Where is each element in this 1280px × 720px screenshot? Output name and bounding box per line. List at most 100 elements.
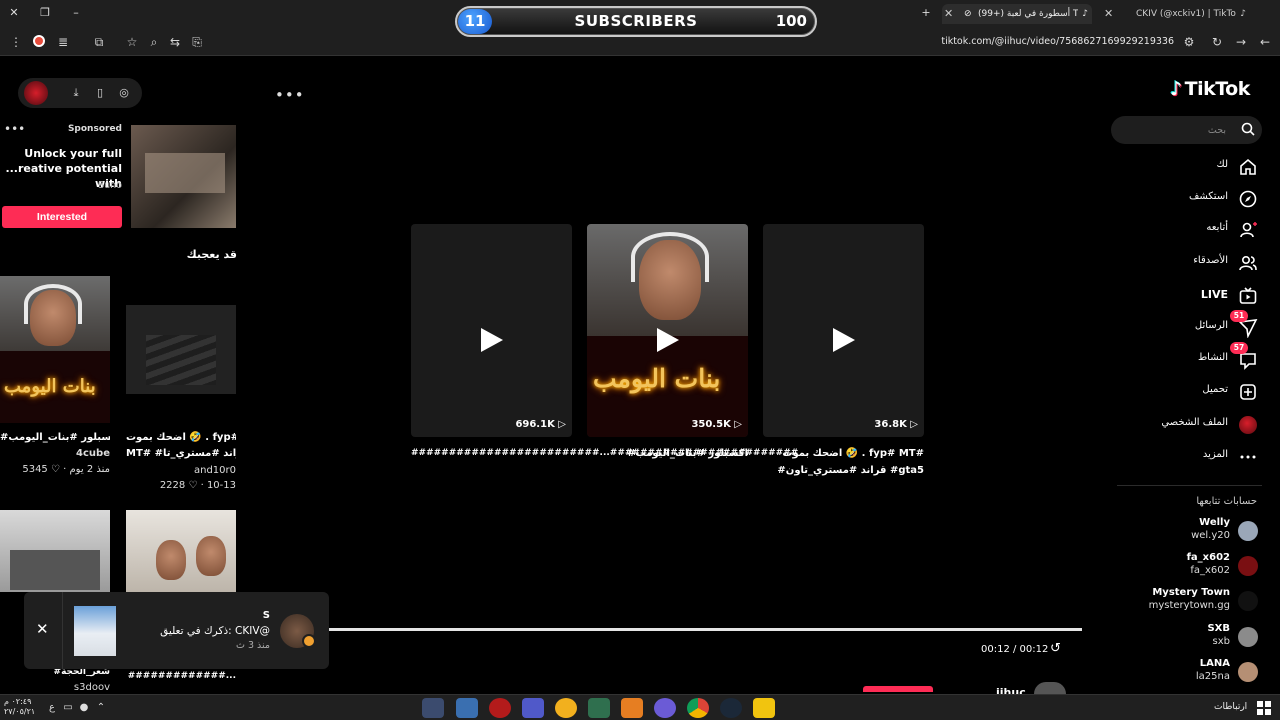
close-icon[interactable]: ✕ <box>36 620 49 638</box>
account-name: LANA <box>1199 658 1230 669</box>
tab-title: CKIV (@xckiv1) | TikTok (72) <box>1136 9 1236 19</box>
sidebar-item-live[interactable]: LIVE <box>1140 284 1262 308</box>
suggested-caption[interactable]: #############... <box>126 668 236 684</box>
search-input[interactable] <box>1111 116 1262 144</box>
back-icon[interactable]: ← <box>1257 34 1273 50</box>
network-icon[interactable]: ▭ <box>62 702 74 714</box>
tab-active[interactable]: ✕ ⊘ (99+) أسطورة في لعبة TikTok ♪ <box>942 4 1092 24</box>
taskbar-app-icon[interactable] <box>422 698 444 718</box>
following-account[interactable]: LANA la25na <box>1110 658 1260 686</box>
address-url[interactable]: tiktok.com/@iihuc/video/7568627169929219… <box>941 36 1174 47</box>
suggested-caption[interactable]: #اكسبلور #بنات_اليومب <box>0 430 110 446</box>
compass-icon[interactable]: ◎ <box>116 85 132 101</box>
video-card[interactable]: بنات اليومب 350.5K ▷ <box>587 224 748 437</box>
sidebar-item-home[interactable]: لك <box>1140 155 1262 179</box>
interested-button[interactable]: Interested <box>2 206 122 228</box>
follow-button[interactable] <box>863 686 933 692</box>
sidebar-item-label: لك <box>1216 159 1228 170</box>
sidebar-item-label: LIVE <box>1200 288 1228 301</box>
tab-inactive[interactable]: ✕ CKIV (@xckiv1) | TikTok (72) ♪ <box>1100 4 1250 24</box>
suggested-author[interactable]: s3doov <box>0 682 110 693</box>
suggested-video-thumb[interactable] <box>126 305 236 394</box>
account-handle: sxb <box>1212 636 1230 647</box>
tab-mute-icon[interactable]: ⊘ <box>964 4 972 24</box>
ad-thumbnail[interactable] <box>131 125 236 228</box>
sidebar-item-activity[interactable]: النشاط 57 <box>1140 342 1262 372</box>
suggested-caption[interactable]: اضحك بموت 🤣 . fyp# <box>126 430 236 446</box>
lang-indicator[interactable]: ع <box>46 702 58 714</box>
video-caption[interactable]: #########################...############… <box>411 445 798 462</box>
translate-icon[interactable]: ⇆ <box>167 34 183 50</box>
close-tab-icon[interactable]: ✕ <box>1104 4 1113 24</box>
forward-icon[interactable]: → <box>1233 34 1249 50</box>
extensions-icon[interactable]: ⧉ <box>91 34 107 50</box>
suggested-caption-line2[interactable]: MT# #قراند #مستري_تا... <box>126 446 236 462</box>
download-icon[interactable]: ⤓ <box>68 85 84 101</box>
steam-icon[interactable] <box>720 698 742 718</box>
menu-dots-icon[interactable]: ⋮ <box>8 34 24 50</box>
taskbar-app-icon[interactable] <box>654 698 676 718</box>
taskbar-app-icon[interactable] <box>489 698 511 718</box>
taskbar-app-icon[interactable] <box>621 698 643 718</box>
taskbar-label[interactable]: ارتباطات <box>1214 702 1247 712</box>
sidebar-item-profile[interactable]: الملف الشخصي <box>1140 413 1262 437</box>
more-options-icon[interactable]: ••• <box>275 86 305 104</box>
following-account[interactable]: Mystery Town mysterytown.gg <box>1110 587 1260 615</box>
ad-menu-icon[interactable]: ••• <box>4 122 25 136</box>
search-icon[interactable] <box>1241 122 1255 136</box>
reload-icon[interactable]: ↻ <box>1209 34 1225 50</box>
site-settings-icon[interactable]: ⚙ <box>1181 34 1197 50</box>
tray-expand-icon[interactable]: ⌃ <box>95 702 107 714</box>
video-progress-bar[interactable] <box>328 628 1082 631</box>
suggested-author[interactable]: 4cube <box>0 448 110 459</box>
taskbar-app-icon[interactable] <box>456 698 478 718</box>
suggested-video-thumb[interactable] <box>126 510 236 592</box>
account-handle: fa_x602 <box>1190 565 1230 576</box>
bookmark-star-icon[interactable]: ☆ <box>124 34 140 50</box>
minimize-window-icon[interactable]: – <box>68 5 84 21</box>
folder-icon[interactable] <box>753 698 775 718</box>
account-avatar <box>1238 627 1258 647</box>
video-caption[interactable]: اضحك بموت 🤣 . fyp# MT# #قراند #مستري_تاو… <box>763 445 924 479</box>
restore-window-icon[interactable]: ❐ <box>37 5 53 21</box>
install-app-icon[interactable]: ⎘ <box>189 34 205 50</box>
video-overlay-text: بنات اليومب <box>4 376 96 397</box>
sidebar-item-more[interactable]: المزيد <box>1140 445 1262 469</box>
taskbar-app-icon[interactable] <box>522 698 544 718</box>
windows-start-icon[interactable] <box>1257 701 1271 715</box>
video-caption[interactable]: #اكسبلور #بنات_اليومب <box>587 445 748 462</box>
sidebar-item-upload[interactable]: تحميل <box>1140 380 1262 404</box>
mic-icon[interactable]: ● <box>78 702 90 714</box>
sidebar-item-friends[interactable]: الأصدقاء <box>1140 251 1262 275</box>
reader-icon[interactable]: ≣ <box>55 34 71 50</box>
sidebar-item-compass[interactable]: استكشف <box>1140 187 1262 211</box>
system-clock[interactable]: ٠٢:٤٩ م ٢٧/٠٥/٢١ <box>4 697 35 717</box>
tiktok-logo[interactable]: ♪ TikTok <box>1170 78 1250 100</box>
sidebar-item-label: الملف الشخصي <box>1161 417 1228 428</box>
video-card[interactable]: 36.8K ▷ <box>763 224 924 437</box>
suggested-author[interactable]: and10r0 <box>126 465 236 476</box>
zoom-icon[interactable]: ⌕ <box>146 34 162 50</box>
phone-icon[interactable]: ▯ <box>92 85 108 101</box>
suggested-video-thumb[interactable]: بنات اليومب <box>0 276 110 423</box>
profile-icon[interactable] <box>31 34 47 50</box>
sidebar-item-messages[interactable]: الرسائل 51 <box>1140 310 1262 340</box>
taskbar-app-icon[interactable] <box>588 698 610 718</box>
sidebar-item-following[interactable]: أتابعه <box>1140 218 1262 242</box>
new-tab-icon[interactable]: + <box>918 5 934 21</box>
suggested-video-thumb[interactable] <box>0 510 110 592</box>
replay-icon[interactable]: ↺ <box>1050 642 1064 656</box>
mention-notification[interactable]: ✕ S ذكرك في تعليق: CKIV@ منذ 3 ث <box>24 592 329 669</box>
close-tab-icon[interactable]: ✕ <box>944 4 953 24</box>
taskbar-app-icon[interactable] <box>555 698 577 718</box>
author-avatar[interactable] <box>1034 682 1066 694</box>
video-card[interactable]: 696.1K ▷ <box>411 224 572 437</box>
following-account[interactable]: Welly wel.y20 <box>1110 517 1260 545</box>
following-account[interactable]: SXB sxb <box>1110 623 1260 651</box>
ad-brand[interactable]: Suno <box>60 180 122 191</box>
close-window-icon[interactable]: ✕ <box>6 5 22 21</box>
author-avatar[interactable] <box>24 81 48 105</box>
chrome-icon[interactable] <box>687 698 709 718</box>
account-avatar <box>1238 556 1258 576</box>
following-account[interactable]: fa_x602 fa_x602 <box>1110 552 1260 580</box>
